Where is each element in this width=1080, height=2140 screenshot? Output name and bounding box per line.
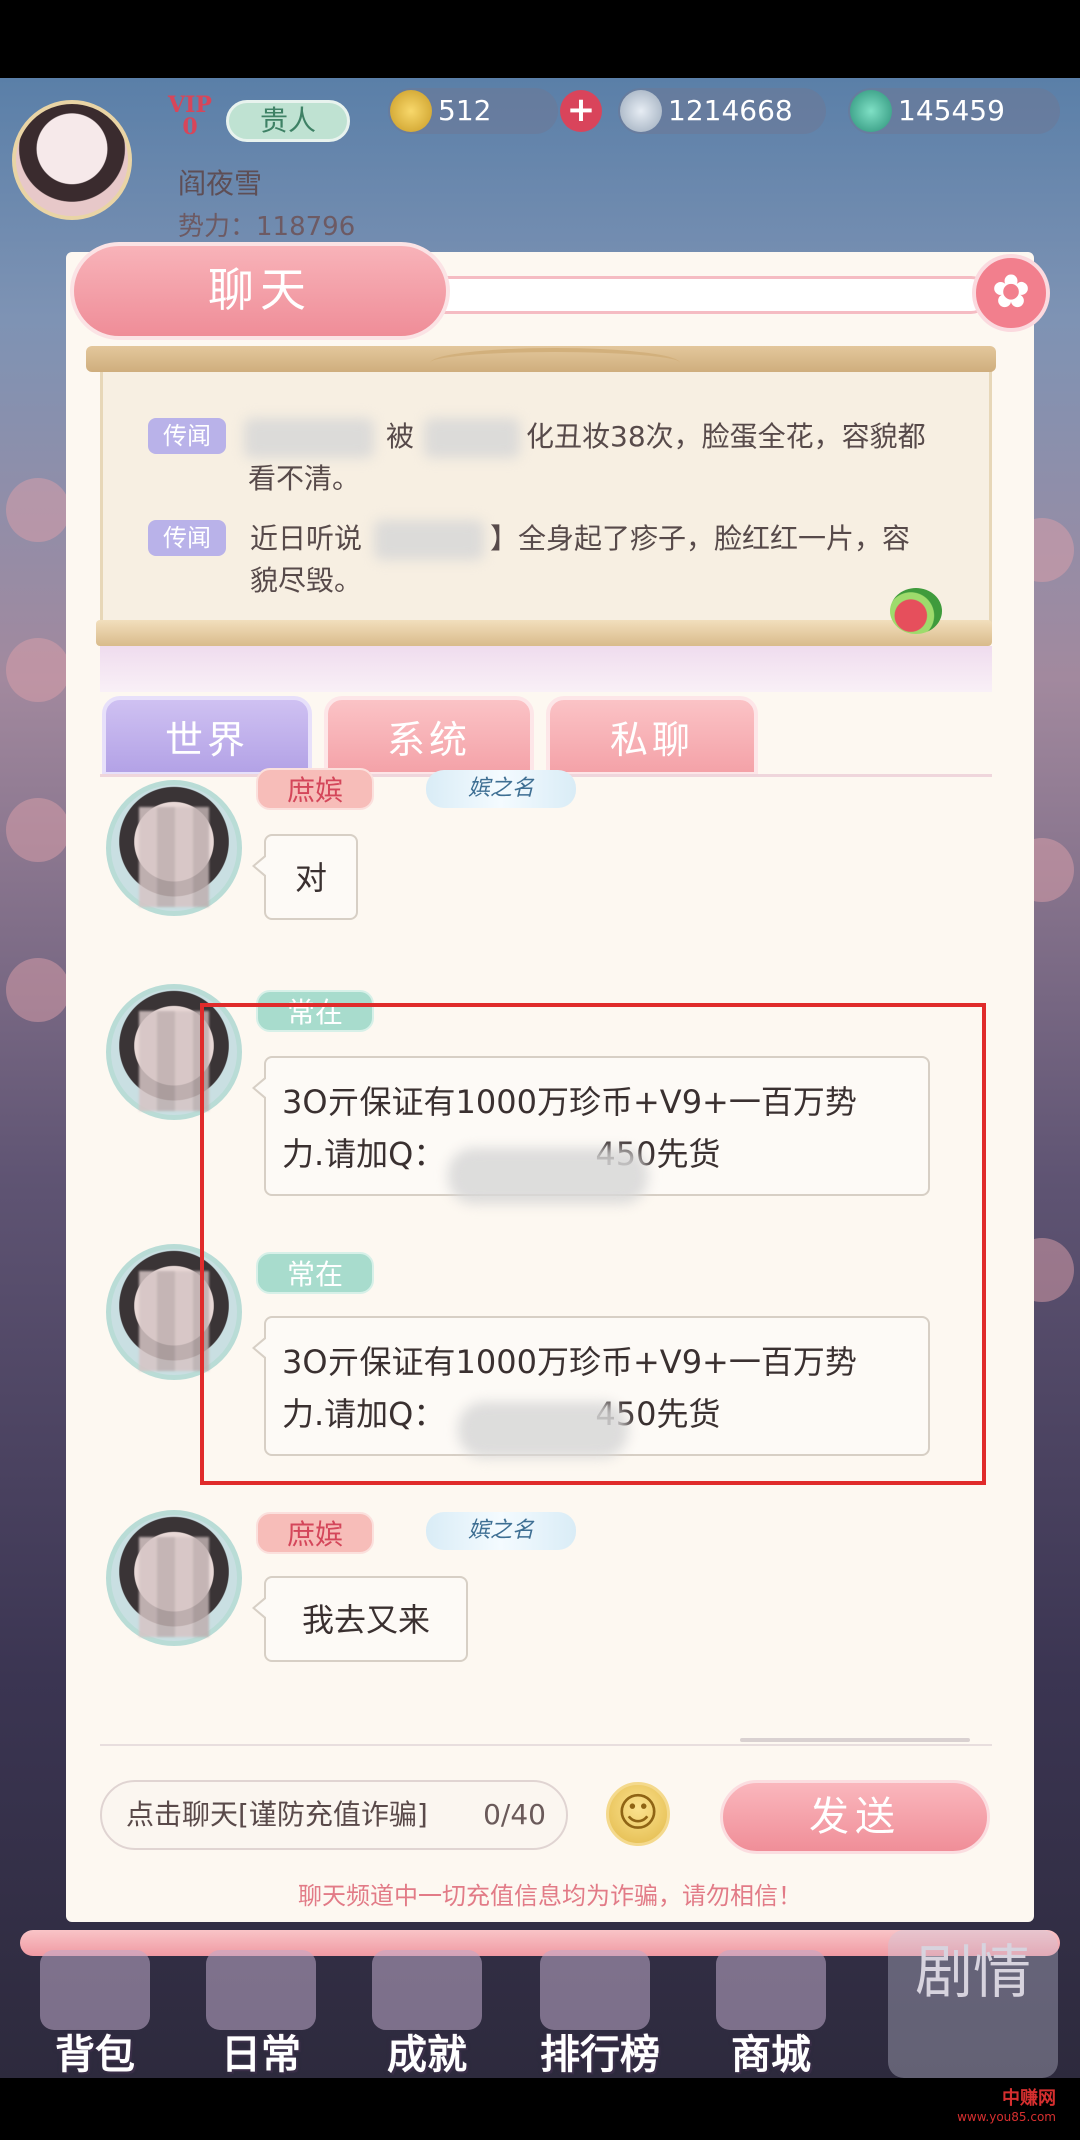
fraud-warning: 聊天频道中一切充值信息均为诈骗，请勿相信！ xyxy=(298,1882,802,1910)
nav-item-shop[interactable]: 商城 xyxy=(696,1950,846,2078)
nav-label: 日常 xyxy=(221,2031,301,2078)
player-avatar[interactable] xyxy=(12,100,132,220)
nav-label: 成就 xyxy=(387,2031,467,2078)
rumor-tag: 传闻 xyxy=(148,418,226,454)
rumor-text: 化丑妆38次，脸蛋全花，容貌都 xyxy=(526,420,926,453)
pixelated-face xyxy=(139,1271,209,1371)
status-bar xyxy=(0,0,1080,78)
input-divider xyxy=(100,1744,992,1746)
rumor-text: 貌尽毁。 xyxy=(250,564,363,597)
bottom-bar xyxy=(0,2078,1080,2140)
chat-input-placeholder: 点击聊天[谨防充值诈骗] xyxy=(126,1798,428,1831)
add-gold-button[interactable]: + xyxy=(560,90,602,132)
ranking-board-icon xyxy=(540,1950,650,2030)
board-shadow xyxy=(100,646,992,692)
player-rank-badge: 贵人 xyxy=(226,100,350,142)
side-menu-icon[interactable] xyxy=(6,478,70,542)
chat-input[interactable]: 点击聊天[谨防充值诈骗] 0/40 xyxy=(100,1780,568,1850)
side-menu-icon[interactable] xyxy=(6,638,70,702)
send-button[interactable]: 发送 xyxy=(720,1780,990,1854)
nav-item-daily[interactable]: 日常 xyxy=(186,1950,336,2078)
watermelon-icon xyxy=(890,588,942,634)
chat-title-bar xyxy=(380,276,990,314)
nav-item-bag[interactable]: 背包 xyxy=(20,1950,170,2078)
player-power: 势力：118796 xyxy=(178,212,356,242)
nav-item-rankings[interactable]: 排行榜 xyxy=(520,1950,680,2078)
nav-label: 背包 xyxy=(55,2031,135,2078)
highlight-box xyxy=(200,1003,986,1485)
vip-badge[interactable]: VIP 0 xyxy=(160,94,220,142)
silver-coin-icon xyxy=(620,90,662,132)
jade-gem-icon xyxy=(850,90,892,132)
rumor-board xyxy=(100,362,992,638)
nav-label: 商城 xyxy=(731,2031,811,2078)
rumor-text: 】全身起了疹子，脸红红一片，容 xyxy=(490,522,911,555)
nav-label: 排行榜 xyxy=(540,2031,660,2078)
coin-counter: 1214668 xyxy=(618,88,826,134)
smiley-icon[interactable]: ☺ xyxy=(606,1782,670,1846)
gold-coin-icon xyxy=(390,90,432,132)
sender-title-badge: 嫔之名 xyxy=(426,1512,576,1550)
char-count: 0/40 xyxy=(483,1798,546,1831)
pixelated-face xyxy=(139,1011,209,1111)
tab-private[interactable]: 私聊 xyxy=(546,696,758,776)
side-menu-icon[interactable] xyxy=(6,958,70,1022)
tab-system[interactable]: 系统 xyxy=(324,696,534,776)
gold-counter: 512 xyxy=(388,88,558,134)
close-icon[interactable]: ✿ xyxy=(972,254,1050,332)
tab-world[interactable]: 世界 xyxy=(102,696,312,776)
sender-avatar[interactable] xyxy=(106,1510,242,1646)
chat-bubble: 我去又来 xyxy=(252,1576,468,1662)
pavilion-shop-icon xyxy=(716,1950,826,2030)
chat-bubble: 对 xyxy=(252,834,358,920)
sender-rank-badge: 庶嫔 xyxy=(256,768,374,810)
rumor-text: 被 xyxy=(386,420,415,453)
rumor-tag: 传闻 xyxy=(148,520,226,556)
scroll-icon xyxy=(206,1950,316,2030)
side-menu-icon[interactable] xyxy=(6,798,70,862)
rumor-text: 看不清。 xyxy=(248,462,361,495)
trophy-icon xyxy=(372,1950,482,2030)
rumor-text: 近日听说 xyxy=(250,522,363,555)
sender-title-badge: 嫔之名 xyxy=(426,770,576,808)
chat-title: 聊天 xyxy=(70,242,450,340)
pixelated-face xyxy=(139,807,209,907)
scrollbar[interactable] xyxy=(740,1738,970,1742)
player-name: 阎夜雪 xyxy=(178,167,263,200)
bag-icon xyxy=(40,1950,150,2030)
sender-rank-badge: 庶嫔 xyxy=(256,1512,374,1554)
gem-counter: 145459 xyxy=(848,88,1060,134)
pixelated-face xyxy=(139,1537,209,1637)
plot-button[interactable]: 剧情 xyxy=(888,1930,1058,2078)
board-arch xyxy=(430,348,680,378)
board-base xyxy=(96,620,992,646)
nav-item-achievements[interactable]: 成就 xyxy=(352,1950,502,2078)
blurred-name xyxy=(374,520,484,560)
blurred-name xyxy=(424,418,520,458)
blurred-name xyxy=(244,418,374,458)
site-watermark: 中赚网 www.you85.com xyxy=(957,2088,1056,2125)
sender-avatar[interactable] xyxy=(106,780,242,916)
